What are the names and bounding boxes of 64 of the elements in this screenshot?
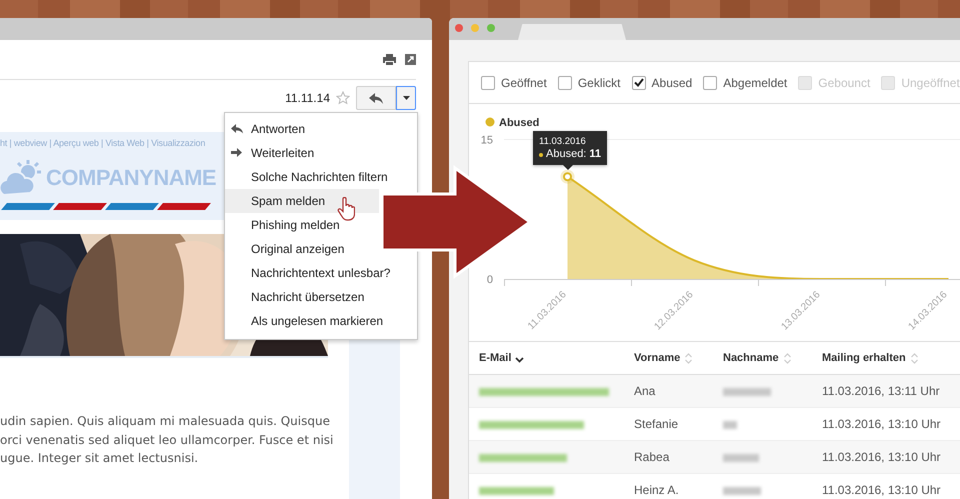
menu-item[interactable]: Spam melden: [225, 189, 379, 213]
column-header[interactable]: Vorname: [634, 352, 694, 364]
column-header[interactable]: E-Mail: [479, 352, 524, 364]
tooltip-date: 11.03.2016: [539, 135, 587, 148]
menu-item[interactable]: Nachrichtentext unlesbar?: [225, 261, 417, 285]
maximize-window-button[interactable]: [487, 24, 495, 32]
table-cell-text: Rabea: [634, 450, 670, 464]
checkbox-label[interactable]: Abgemeldet: [723, 76, 788, 90]
sort-icon: [910, 352, 919, 364]
table-cell-text: Heinz A.: [634, 483, 680, 497]
table-cell-text: Ana: [634, 384, 656, 398]
email-body-text: udin sapien. Quis aliquam mi malesuada quis. Quisque: [0, 413, 330, 430]
reply-button[interactable]: [356, 86, 396, 110]
legend-item[interactable]: Abused: [486, 117, 540, 129]
menu-item[interactable]: Original anzeigen: [225, 237, 379, 261]
checkbox-label[interactable]: Geöffnet: [501, 76, 547, 90]
email-body-text: ugue. Integer sit amet lectusnisi.: [0, 450, 198, 467]
more-button[interactable]: [396, 86, 416, 110]
column-header[interactable]: Nachname: [723, 352, 792, 364]
axis-label: 15: [480, 134, 493, 146]
menu-item[interactable]: Als ungelesen markieren: [225, 309, 417, 333]
table-cell-text: 11.03.2016, 13:11 Uhr: [822, 384, 941, 398]
checkbox-label: Ungeöffnet: [901, 76, 960, 90]
new-window-icon[interactable]: [405, 54, 416, 65]
blurred-name: [723, 388, 771, 396]
blurred-name: [723, 454, 759, 462]
checkbox-label[interactable]: Abused: [652, 76, 692, 90]
table-cell-text: 11.03.2016, 13:10 Uhr: [822, 417, 942, 431]
menu-item[interactable]: Solche Nachrichten filtern: [225, 165, 417, 189]
sort-icon: [782, 352, 792, 364]
right-arrow-icon: [231, 148, 243, 158]
legend-label: Abused: [499, 117, 540, 129]
star-icon[interactable]: [336, 91, 350, 105]
caret-icon: [402, 96, 410, 100]
close-window-button[interactable]: [455, 24, 463, 32]
checkbox-label: Gebounct: [818, 76, 870, 90]
menu-item[interactable]: Phishing melden: [225, 213, 379, 237]
menu-item[interactable]: Antworten: [225, 117, 417, 141]
axis-label: 0: [486, 274, 493, 286]
reply-icon: [231, 124, 243, 134]
menu-item[interactable]: Weiterleiten: [225, 141, 417, 165]
data-point[interactable]: [560, 170, 574, 184]
email-body-text: orci venenatis sed aliquet leo ullamcorper. Fusce et nisi: [0, 432, 334, 448]
table-cell-text: 11.03.2016, 13:10 Uhr: [822, 483, 942, 497]
blurred-name: [723, 486, 761, 495]
reply-icon: [369, 92, 383, 104]
table-cell-text: 11.03.2016, 13:10 Uhr: [822, 450, 942, 464]
checkbox[interactable]: [632, 76, 646, 90]
table-cell-text: Stefanie: [634, 417, 680, 431]
checkbox[interactable]: [481, 76, 495, 90]
checkbox[interactable]: [703, 76, 718, 90]
blurred-name: [723, 420, 737, 429]
email-date: 11.11.14: [285, 91, 330, 105]
company-logo-text: COMPANYNAME: [46, 165, 216, 191]
tooltip-value: Abused: 11: [546, 148, 602, 161]
browser-tab[interactable]: [518, 24, 626, 40]
print-icon[interactable]: [383, 54, 396, 65]
sort-icon: [684, 352, 694, 364]
column-header[interactable]: Mailing erhalten: [822, 352, 919, 364]
checkbox-label[interactable]: Geklickt: [578, 76, 621, 90]
hand-cursor-icon: [337, 197, 355, 221]
legend-dot: [539, 152, 543, 156]
checkbox[interactable]: [558, 76, 572, 90]
menu-item[interactable]: Nachricht übersetzen: [225, 285, 417, 309]
